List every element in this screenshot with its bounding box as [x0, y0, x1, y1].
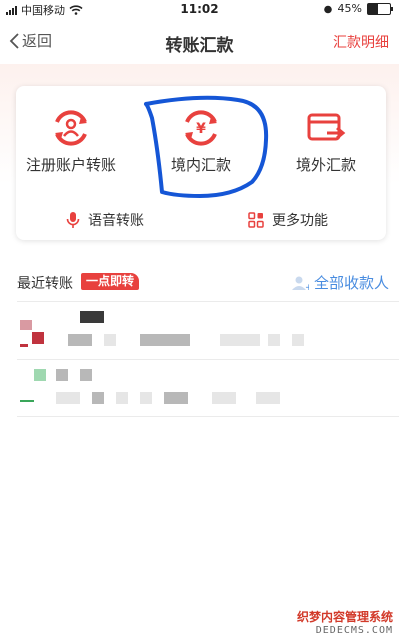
svg-text:¥: ¥ — [196, 121, 206, 137]
avatar — [34, 369, 46, 381]
func-overseas-remit[interactable]: 境外汇款 — [271, 108, 381, 175]
account-redacted — [212, 392, 236, 404]
func-label: 境内汇款 — [170, 156, 231, 174]
recent-title: 最近转账 — [17, 276, 73, 292]
svg-text:+: + — [305, 283, 309, 291]
avatar — [20, 320, 32, 330]
status-bar: 中国移动 11:02 45% — [0, 0, 399, 18]
overseas-remit-icon — [307, 113, 346, 141]
account-transfer-icon — [55, 110, 87, 146]
account-redacted — [292, 334, 304, 346]
alarm-icon — [323, 5, 332, 13]
user-icon: + — [291, 276, 309, 291]
func-account-transfer[interactable]: 注册账户转账 — [16, 108, 126, 175]
function-card: 注册账户转账 ¥ 境内汇款 境外汇款 语音转账 更多功能 — [16, 86, 386, 240]
func-label: 境外汇款 — [295, 156, 356, 174]
remit-details-link[interactable]: 汇款明细 — [333, 32, 389, 52]
voice-transfer-label: 语音转账 — [88, 213, 144, 229]
account-redacted — [220, 334, 260, 346]
account-redacted — [56, 392, 80, 404]
battery-percent: 45% — [337, 2, 362, 15]
func-domestic-remit[interactable]: ¥ 境内汇款 — [146, 108, 256, 175]
account-redacted — [140, 392, 152, 404]
account-redacted — [104, 334, 116, 346]
account-redacted — [116, 392, 128, 404]
account-redacted — [256, 392, 280, 404]
voice-transfer-button[interactable]: 语音转账 — [66, 210, 144, 230]
payee-name-redacted — [80, 369, 92, 381]
battery-icon — [367, 2, 393, 15]
avatar — [20, 344, 28, 347]
account-redacted — [68, 334, 92, 346]
divider — [17, 301, 399, 302]
watermark-line-1: 织梦内容管理系统 — [296, 610, 393, 624]
watermark: 织梦内容管理系统 DEDECMS.COM — [297, 608, 393, 636]
watermark-line-2: DEDECMS.COM — [315, 625, 393, 636]
all-payees-link[interactable]: + 全部收款人 — [291, 272, 389, 293]
account-redacted — [92, 392, 104, 404]
func-label: 注册账户转账 — [25, 156, 116, 174]
microphone-icon — [66, 212, 80, 228]
nav-bar: 返回 转账汇款 汇款明细 — [0, 20, 399, 64]
payee-name-redacted — [80, 311, 104, 323]
avatar — [32, 332, 44, 344]
grid-apps-icon — [248, 212, 264, 228]
recent-transfers-header: 最近转账 一点即转 + 全部收款人 — [17, 270, 389, 294]
account-redacted — [164, 392, 188, 404]
divider — [17, 359, 399, 360]
yuan-remit-icon: ¥ — [185, 110, 217, 146]
payee-name-redacted — [56, 369, 68, 381]
all-payees-label: 全部收款人 — [313, 274, 389, 292]
more-functions-label: 更多功能 — [272, 213, 328, 229]
account-redacted — [140, 334, 190, 346]
status-right: 45% — [323, 2, 393, 15]
quick-transfer-badge: 一点即转 — [81, 273, 140, 290]
more-functions-button[interactable]: 更多功能 — [248, 210, 328, 230]
divider — [17, 416, 399, 417]
account-redacted — [268, 334, 280, 346]
avatar — [20, 400, 34, 402]
